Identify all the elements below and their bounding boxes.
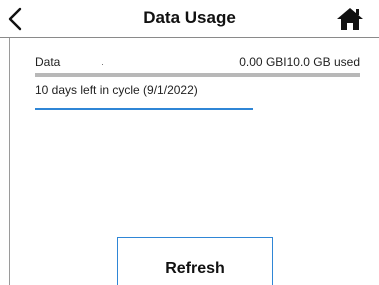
header-bar: Data Usage	[0, 0, 379, 38]
usage-label: Data	[35, 55, 61, 69]
divider-dot	[102, 64, 103, 65]
home-button[interactable]	[336, 6, 364, 32]
cycle-progress-fill	[35, 108, 253, 110]
usage-amount: 0.00 GBI10.0 GB used	[239, 55, 360, 69]
home-icon	[337, 8, 363, 30]
refresh-button[interactable]: Refresh	[117, 237, 273, 285]
data-usage-screen: Data Usage Data 0.00 GBI10.0 GB used 10 …	[0, 0, 379, 285]
page-title: Data Usage	[143, 8, 236, 27]
cycle-progress-bar	[35, 108, 360, 110]
left-divider	[9, 38, 10, 285]
usage-progress-bar	[35, 73, 360, 77]
cycle-remaining-text: 10 days left in cycle (9/1/2022)	[35, 83, 198, 97]
